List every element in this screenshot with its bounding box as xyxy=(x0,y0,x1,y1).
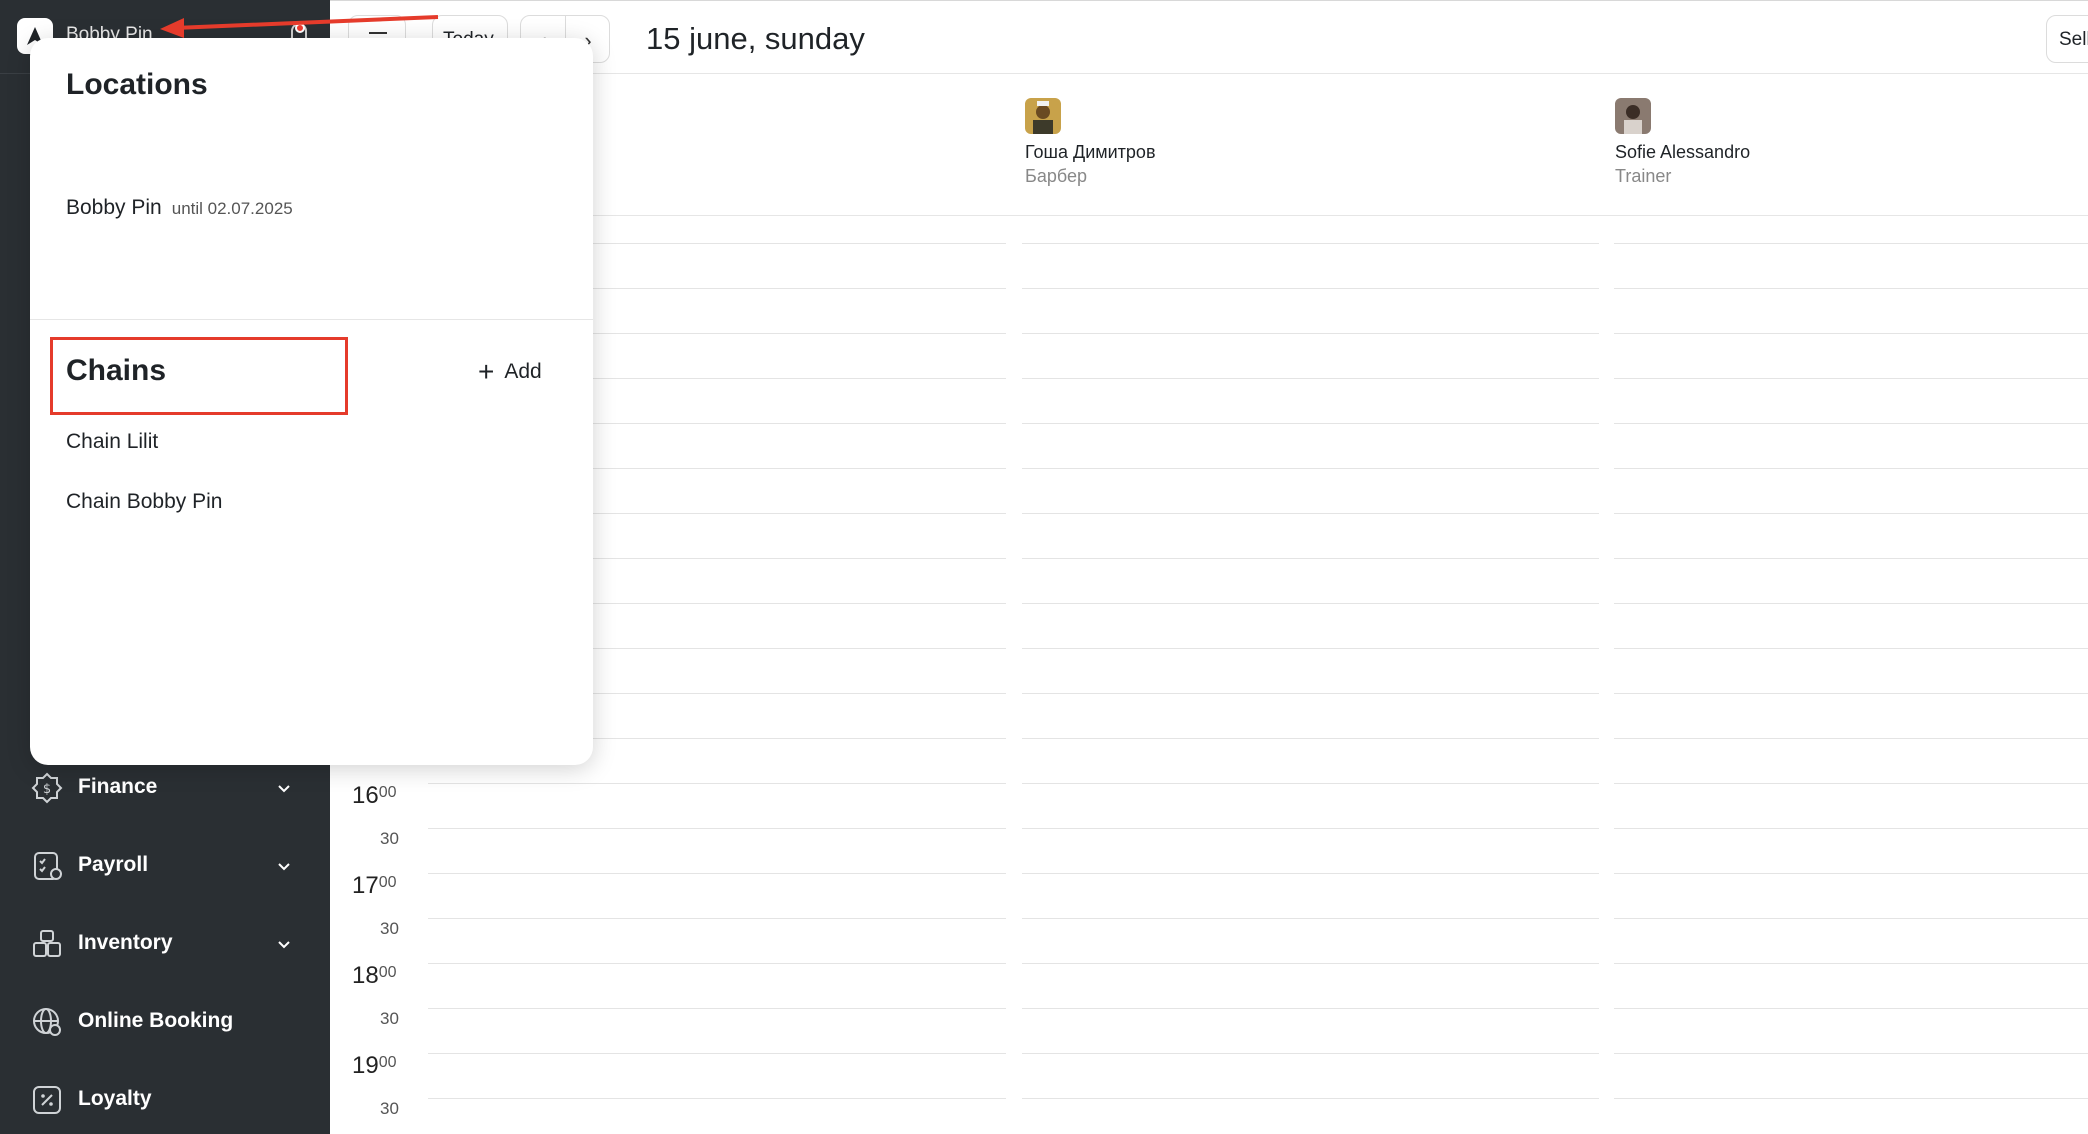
app-root: Bobby Pin $ Finance Payroll Inventory On… xyxy=(0,0,2088,1134)
annotation-arrow xyxy=(160,15,439,38)
